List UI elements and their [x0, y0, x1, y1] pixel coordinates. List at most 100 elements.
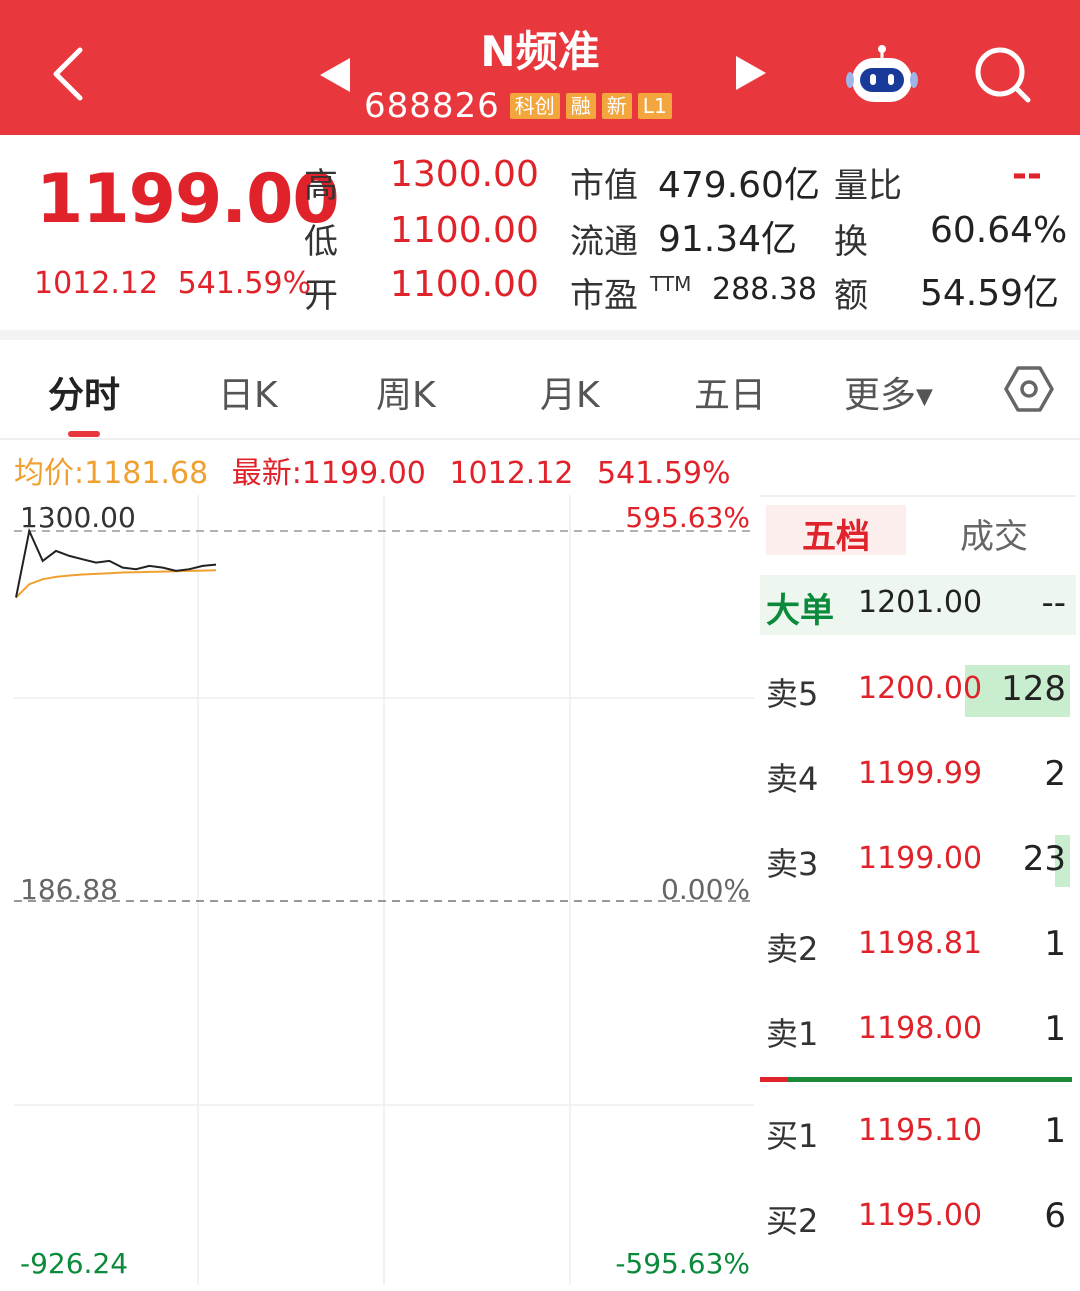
big-order-price: 1201.00: [858, 585, 983, 620]
bid-2-price: 1195.00: [858, 1198, 983, 1233]
ask-4-price: 1199.99: [858, 756, 983, 791]
ask-2-qty: 1: [1044, 924, 1066, 964]
bid-row-1: 买1 1195.10 1: [760, 1103, 1076, 1163]
settings-icon[interactable]: [1004, 364, 1054, 414]
price-change: 1012.12 541.59%: [34, 266, 311, 301]
stock-name: N频准: [480, 27, 600, 76]
ob-top-border: [760, 495, 1076, 497]
bid-1-label: 买1: [766, 1117, 819, 1155]
change-percent: 541.59%: [177, 266, 312, 301]
mktcap-value: 479.60亿: [658, 165, 820, 206]
y-right-bottom: -595.63%: [615, 1247, 750, 1280]
next-stock-icon[interactable]: [734, 56, 766, 90]
low-label: 低: [304, 222, 338, 262]
ask-row-4: 卖4 1199.99 2: [760, 746, 1076, 806]
high-value: 1300.00: [390, 154, 539, 195]
back-arrow-icon[interactable]: [48, 44, 88, 104]
avg-price-label: 均价:: [14, 456, 85, 491]
tab-five-day[interactable]: 五日: [694, 366, 766, 418]
volume-ratio-label: 量比: [834, 166, 902, 206]
ask-4-label: 卖4: [766, 760, 819, 798]
info-change-percent: 541.59%: [597, 456, 731, 491]
tab-divider: [0, 438, 1080, 440]
intraday-chart[interactable]: 1300.00 595.63% 186.88 0.00% -926.24 -59…: [14, 495, 754, 1285]
volume-ratio-value: --: [1012, 154, 1042, 195]
y-left-top: 1300.00: [20, 501, 136, 534]
avg-price-line: [15, 569, 217, 599]
order-book-panel: 五档 成交 大单 1201.00 -- 卖5 1200.00 128 卖4 11…: [760, 495, 1076, 1291]
y-left-mid: 186.88: [20, 873, 118, 906]
ask-row-2: 卖2 1198.81 1: [760, 916, 1076, 976]
open-value: 1100.00: [390, 264, 539, 305]
bid-ask-ratio-bar: [760, 1077, 1072, 1082]
tab-monthly-k[interactable]: 月K: [540, 366, 600, 418]
high-label: 高: [304, 166, 338, 206]
float-value: 91.34亿: [658, 219, 798, 260]
tab-intraday[interactable]: 分时: [48, 366, 120, 418]
tab-more-label: 更多: [844, 375, 917, 416]
tab-more[interactable]: 更多▼: [844, 366, 933, 418]
tab-daily-k[interactable]: 日K: [218, 366, 278, 418]
bid-2-qty: 6: [1044, 1196, 1066, 1236]
ask-3-label: 卖3: [766, 845, 819, 883]
amount-value: 54.59亿: [920, 273, 1060, 314]
change-amount: 1012.12: [34, 266, 159, 301]
y-right-mid: 0.00%: [661, 873, 750, 906]
chart-grid: [14, 495, 754, 1285]
avg-price-value: 1181.68: [84, 456, 209, 491]
bid-row-2: 买2 1195.00 6: [760, 1188, 1076, 1248]
ask-1-qty: 1: [1044, 1009, 1066, 1049]
open-label: 开: [304, 276, 338, 316]
pe-ttm-superscript: TTM: [650, 272, 692, 296]
ask-row-3: 卖3 1199.00 23: [760, 831, 1076, 891]
section-divider: [0, 330, 1080, 340]
big-order-row: 大单 1201.00 --: [760, 575, 1076, 635]
ask-5-price: 1200.00: [858, 671, 983, 706]
ask-5-qty: 128: [1001, 669, 1066, 709]
ask-2-label: 卖2: [766, 930, 819, 968]
ask-row-1: 卖1 1198.00 1: [760, 1001, 1076, 1061]
robot-assistant-icon[interactable]: [846, 44, 918, 106]
tag-level1: L1: [637, 93, 672, 119]
price-line: [15, 527, 217, 598]
turnover-value: 60.64%: [930, 210, 1068, 251]
stock-code: 688826: [364, 86, 500, 126]
ask-1-price: 1198.00: [858, 1011, 983, 1046]
bid-2-label: 买2: [766, 1202, 819, 1240]
big-order-label: 大单: [766, 591, 834, 631]
tab-trades[interactable]: 成交: [960, 509, 1028, 558]
tag-margin: 融: [565, 93, 596, 119]
pe-value: 288.38: [712, 272, 817, 307]
dropdown-caret-icon: ▼: [916, 384, 933, 410]
low-value: 1100.00: [390, 210, 539, 251]
bid-1-price: 1195.10: [858, 1113, 983, 1148]
tag-new: 新: [601, 93, 632, 119]
ask-4-qty: 2: [1044, 754, 1066, 794]
ask-5-label: 卖5: [766, 675, 819, 713]
stock-code-row: 688826 科创 融 新 L1: [364, 86, 672, 126]
tab-weekly-k[interactable]: 周K: [376, 366, 436, 418]
tag-kechuang: 科创: [509, 93, 560, 119]
tab-five-level[interactable]: 五档: [802, 509, 870, 558]
latest-price-label: 最新:: [231, 456, 302, 491]
pe-label: 市盈: [570, 276, 638, 316]
y-right-top: 595.63%: [625, 501, 750, 534]
intraday-info-line: 均价:1181.68 最新:1199.00 1012.12 541.59%: [14, 448, 731, 492]
mktcap-label: 市值: [570, 166, 638, 206]
ask-2-price: 1198.81: [858, 926, 983, 961]
bid-ratio-segment: [760, 1077, 788, 1082]
top-bar: N频准 688826 科创 融 新 L1: [0, 0, 1080, 135]
active-tab-indicator: [68, 431, 100, 437]
y-left-bottom: -926.24: [20, 1247, 128, 1280]
ask-3-price: 1199.00: [858, 841, 983, 876]
amount-label: 额: [834, 276, 868, 316]
info-change-amount: 1012.12: [449, 456, 574, 491]
turnover-label: 换: [834, 222, 868, 262]
latest-price-value: 1199.00: [301, 456, 426, 491]
ask-1-label: 卖1: [766, 1015, 819, 1053]
bid-1-qty: 1: [1044, 1111, 1066, 1151]
prev-stock-icon[interactable]: [320, 58, 352, 92]
float-label: 流通: [570, 222, 638, 262]
current-price: 1199.00: [36, 160, 340, 239]
search-icon[interactable]: [970, 44, 1036, 104]
